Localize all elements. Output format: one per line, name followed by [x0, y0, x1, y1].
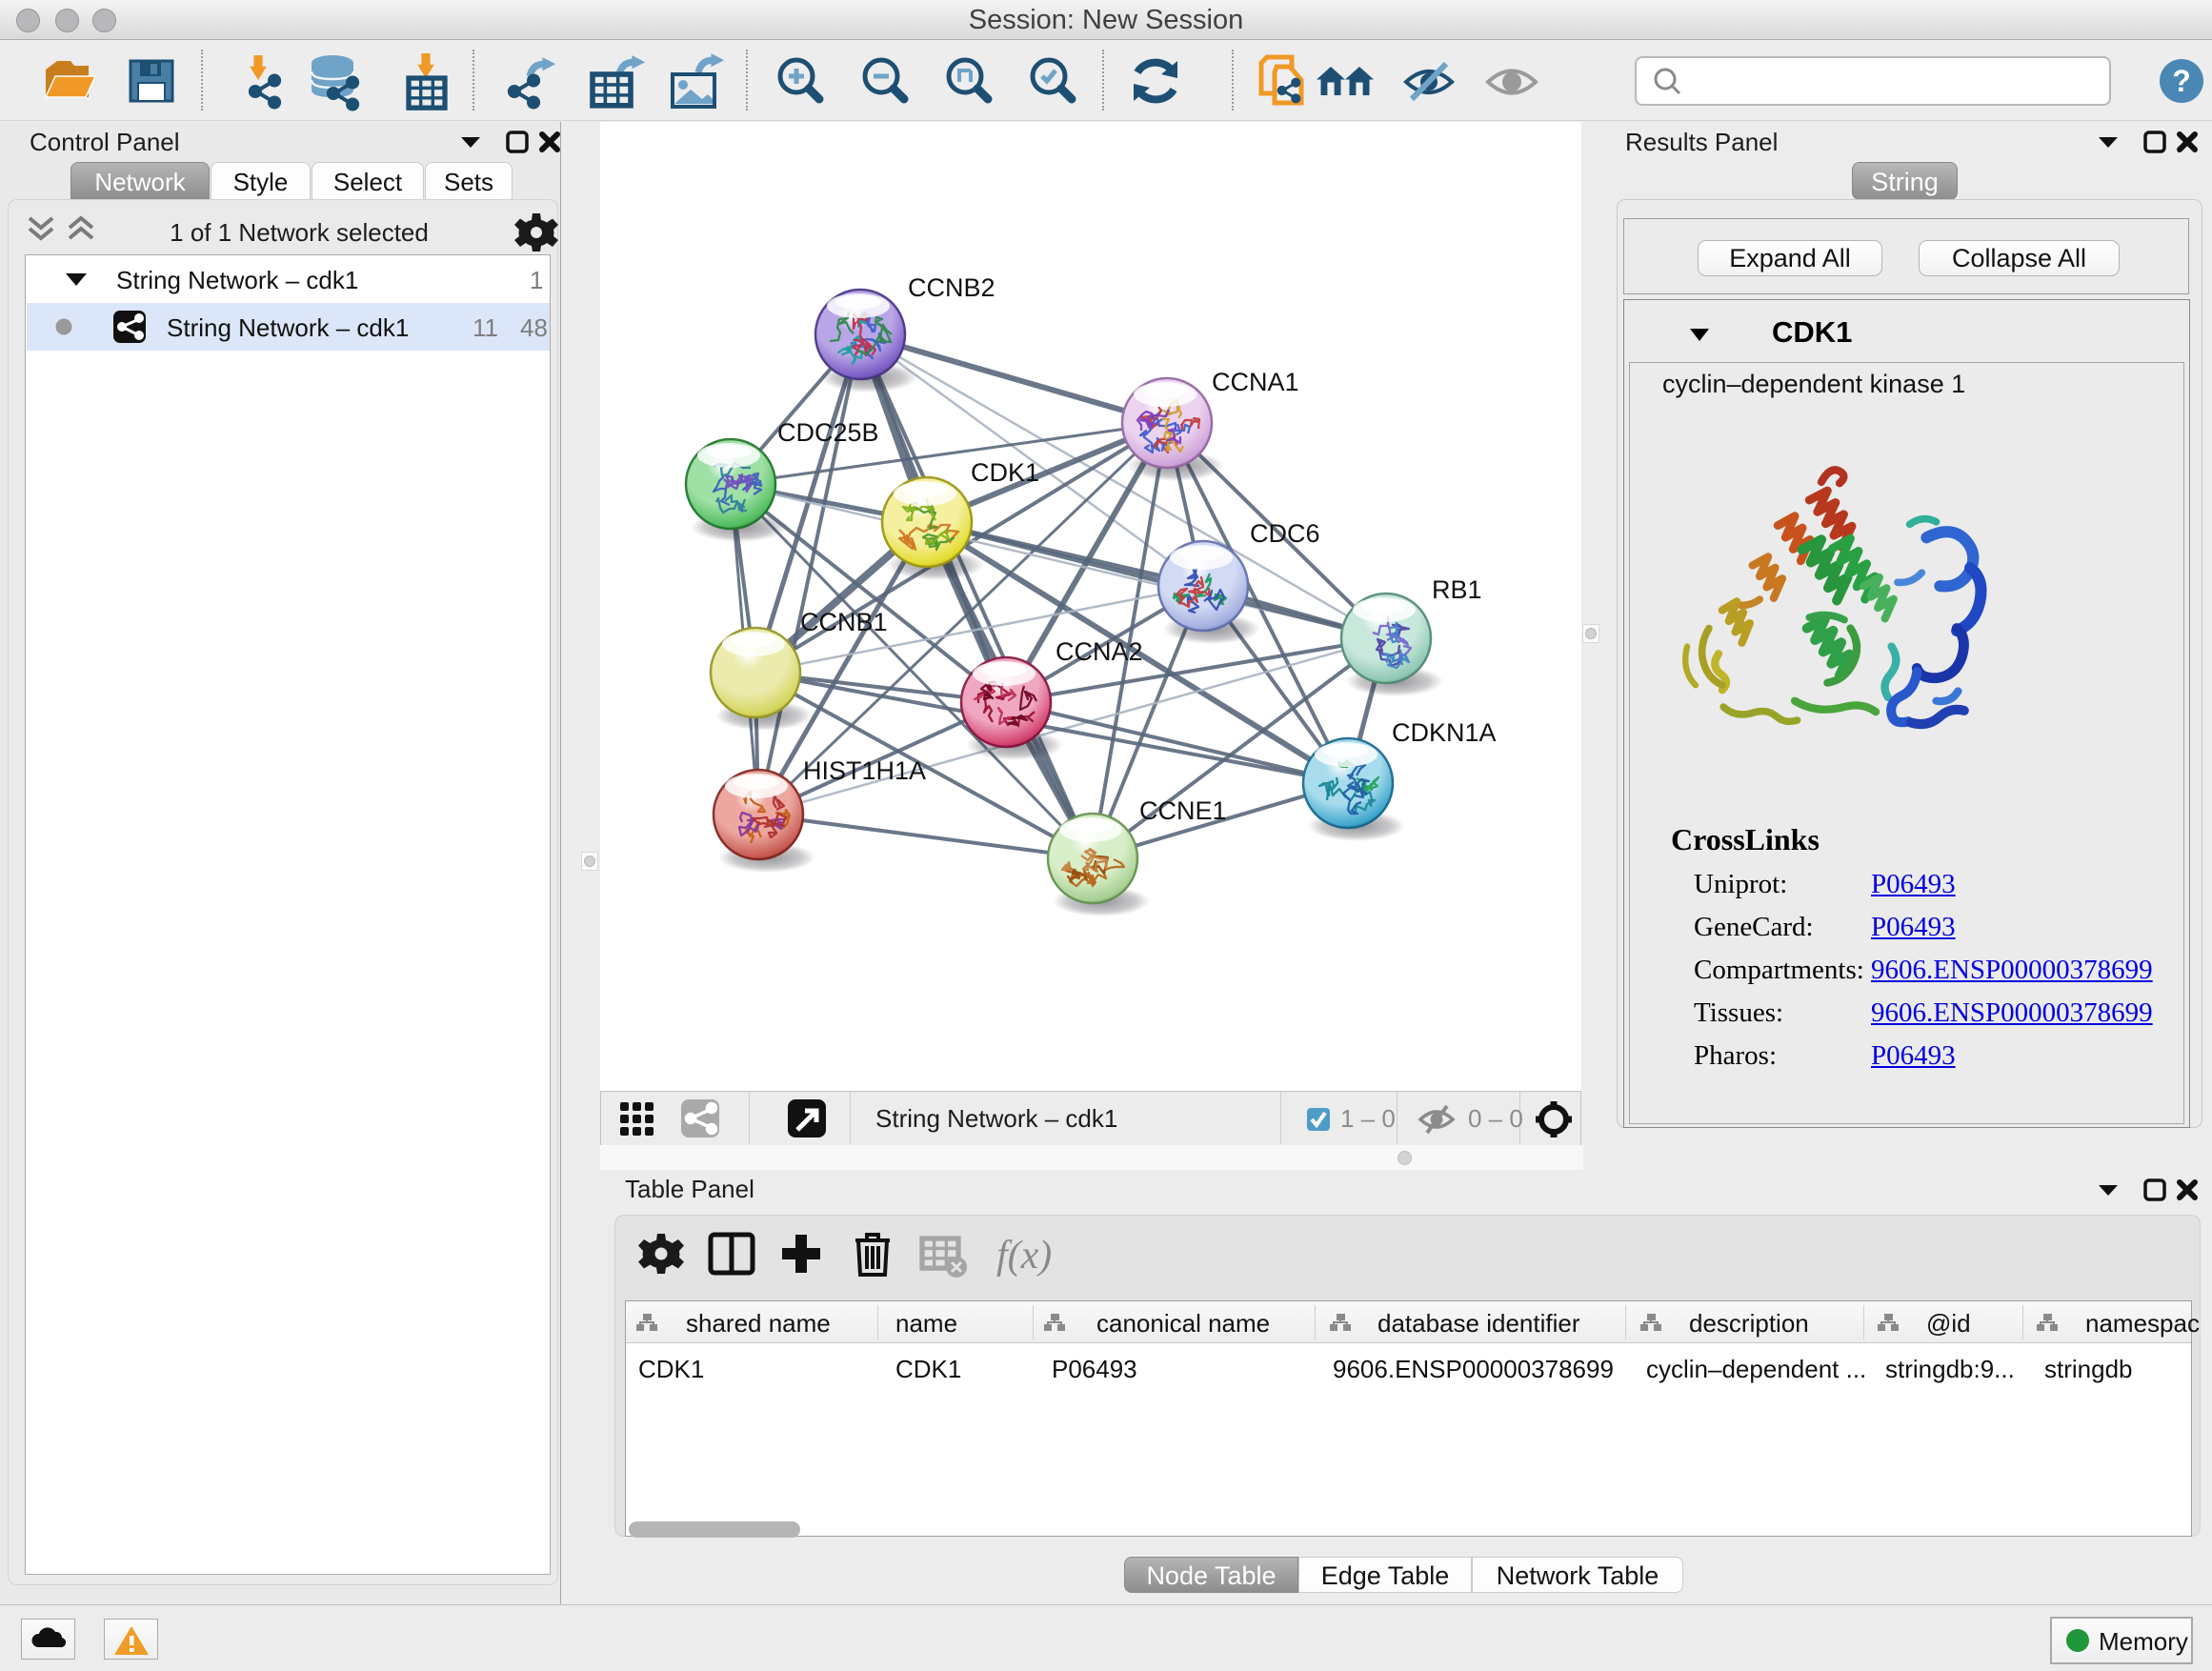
svg-text:CCNB1: CCNB1 — [800, 608, 888, 636]
svg-text:CDC25B: CDC25B — [777, 418, 879, 447]
svg-text:CCNB2: CCNB2 — [908, 273, 995, 302]
svg-text:CDKN1A: CDKN1A — [1392, 718, 1497, 747]
svg-text:CCNE1: CCNE1 — [1139, 796, 1227, 825]
svg-text:CCNA2: CCNA2 — [1056, 637, 1143, 666]
svg-text:CDC6: CDC6 — [1250, 519, 1320, 548]
svg-text:CCNA1: CCNA1 — [1212, 368, 1299, 396]
svg-text:CDK1: CDK1 — [971, 458, 1039, 487]
svg-text:RB1: RB1 — [1432, 575, 1482, 604]
svg-text:f(x): f(x) — [996, 1234, 1052, 1278]
svg-text:HIST1H1A: HIST1H1A — [803, 756, 926, 785]
